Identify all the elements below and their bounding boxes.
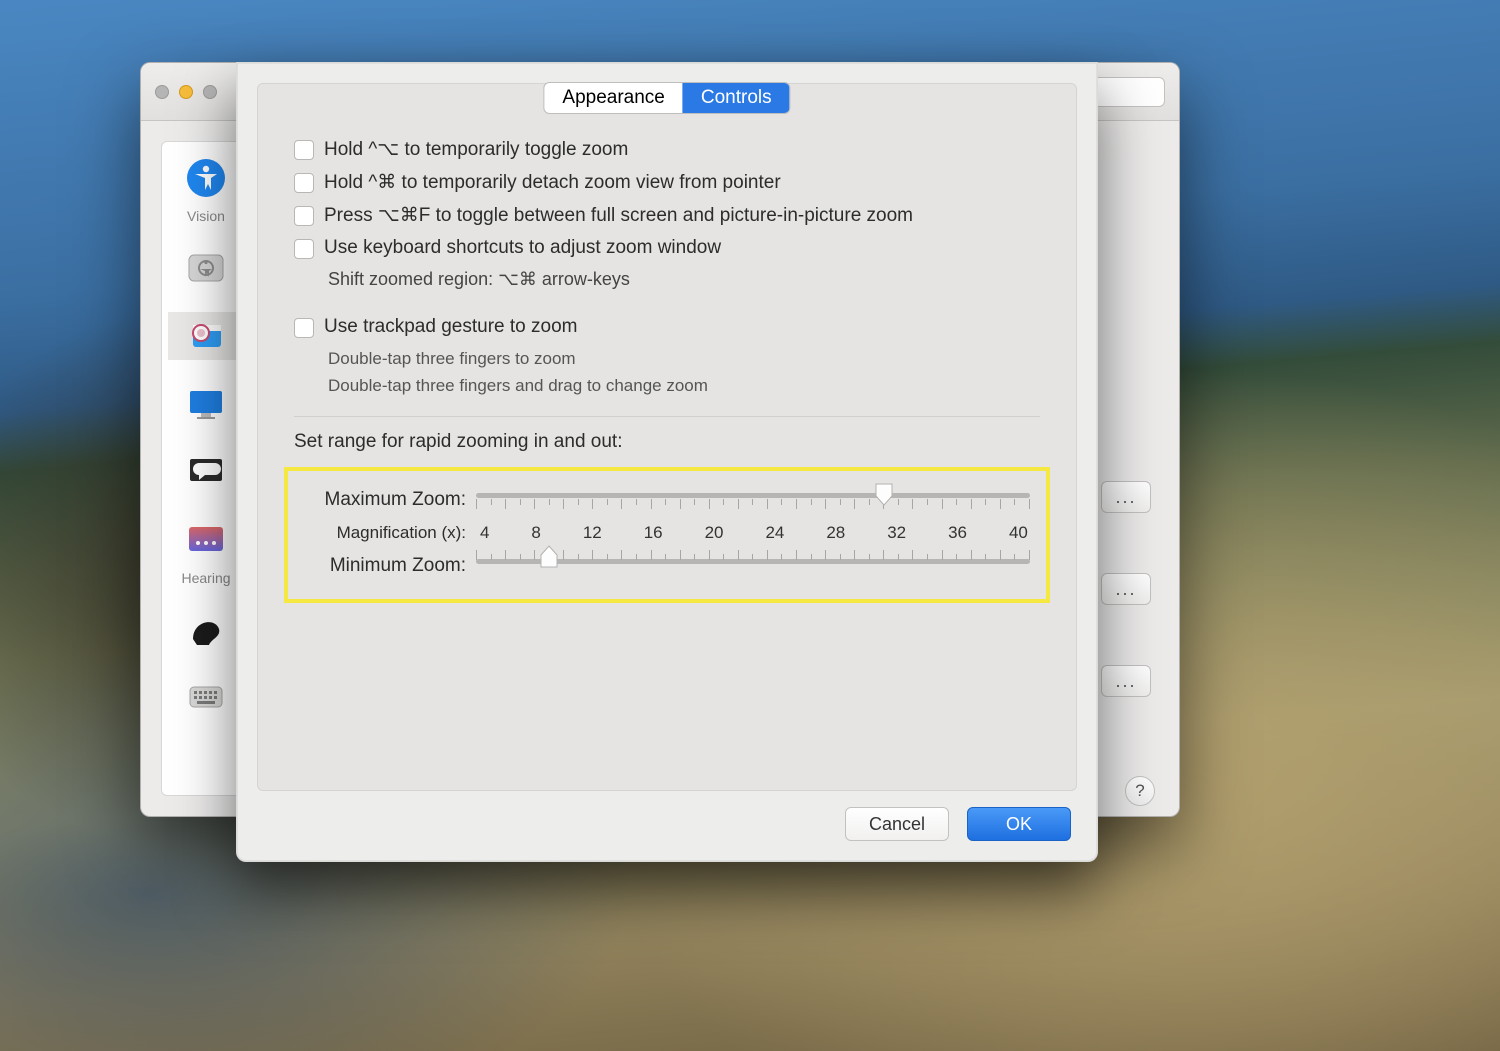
max-zoom-slider[interactable] [476, 485, 1030, 515]
min-zoom-label: Minimum Zoom: [296, 555, 476, 577]
options-button-2[interactable]: ... [1101, 573, 1151, 605]
close-icon[interactable] [155, 85, 169, 99]
sidebar-item-speech[interactable] [182, 448, 230, 496]
checkbox-label: Press ⌥⌘F to toggle between full screen … [324, 204, 913, 227]
ellipsis-icon: ... [1115, 487, 1136, 508]
sidebar-section-hearing: Hearing [181, 570, 230, 586]
tab-controls[interactable]: Controls [683, 83, 790, 113]
checkbox-use-kb-shortcuts[interactable]: Use keyboard shortcuts to adjust zoom wi… [294, 237, 1040, 259]
checkbox-use-trackpad[interactable]: Use trackpad gesture to zoom [294, 316, 1040, 338]
minimize-icon[interactable] [179, 85, 193, 99]
trackpad-hint-1: Double-tap three fingers to zoom [328, 348, 1040, 371]
tab-appearance[interactable]: Appearance [544, 83, 682, 113]
magnification-label: Magnification (x): [296, 523, 476, 543]
sidebar-item-descriptions[interactable] [182, 516, 230, 564]
traffic-lights [155, 85, 217, 99]
checkbox-label: Hold ^⌘ to temporarily detach zoom view … [324, 171, 781, 194]
ellipsis-icon: ... [1115, 579, 1136, 600]
shift-zoomed-region-hint: Shift zoomed region: ⌥⌘ arrow-keys [328, 269, 1040, 290]
ellipsis-icon: ... [1115, 671, 1136, 692]
max-zoom-label: Maximum Zoom: [296, 489, 476, 511]
zoom-controls-sheet: Appearance Controls Hold ^⌥ to temporari… [236, 62, 1098, 862]
options-button-1[interactable]: ... [1101, 481, 1151, 513]
ok-button[interactable]: OK [967, 807, 1071, 841]
sidebar-item-zoom[interactable] [168, 312, 244, 360]
checkbox-label: Hold ^⌥ to temporarily toggle zoom [324, 138, 628, 161]
cancel-button[interactable]: Cancel [845, 807, 949, 841]
help-button[interactable]: ? [1125, 776, 1155, 806]
zoom-icon[interactable] [203, 85, 217, 99]
question-icon: ? [1135, 781, 1144, 801]
checkbox-label: Use keyboard shortcuts to adjust zoom wi… [324, 237, 721, 259]
sidebar-item-voiceover[interactable] [182, 154, 230, 202]
sheet-button-row: Cancel OK [257, 791, 1077, 841]
options-list: Hold ^⌥ to temporarily toggle zoom Hold … [258, 84, 1076, 398]
separator [294, 416, 1040, 417]
sidebar-item-audio[interactable] [182, 606, 230, 654]
options-button-3[interactable]: ... [1101, 665, 1151, 697]
sheet-card: Appearance Controls Hold ^⌥ to temporari… [257, 83, 1077, 791]
sidebar-item-audio-descriptions[interactable] [182, 244, 230, 292]
sidebar-section-vision: Vision [187, 208, 225, 224]
checkbox-hold-ctrl-opt[interactable]: Hold ^⌥ to temporarily toggle zoom [294, 138, 1040, 161]
magnification-scale: 481216202428323640 [476, 521, 1030, 545]
checkbox-hold-ctrl-cmd[interactable]: Hold ^⌘ to temporarily detach zoom view … [294, 171, 1040, 194]
highlighted-zoom-range: Maximum Zoom: Magnification (x): 4812162… [284, 467, 1050, 603]
checkbox-label: Use trackpad gesture to zoom [324, 316, 577, 338]
range-heading: Set range for rapid zooming in and out: [258, 431, 1076, 463]
trackpad-hint-2: Double-tap three fingers and drag to cha… [328, 375, 1040, 398]
tab-segmented-control: Appearance Controls [543, 82, 790, 114]
checkbox-press-opt-cmd-f[interactable]: Press ⌥⌘F to toggle between full screen … [294, 204, 1040, 227]
sidebar-item-display[interactable] [182, 380, 230, 428]
min-zoom-slider[interactable] [476, 551, 1030, 581]
sidebar-item-rtt[interactable] [182, 674, 230, 722]
